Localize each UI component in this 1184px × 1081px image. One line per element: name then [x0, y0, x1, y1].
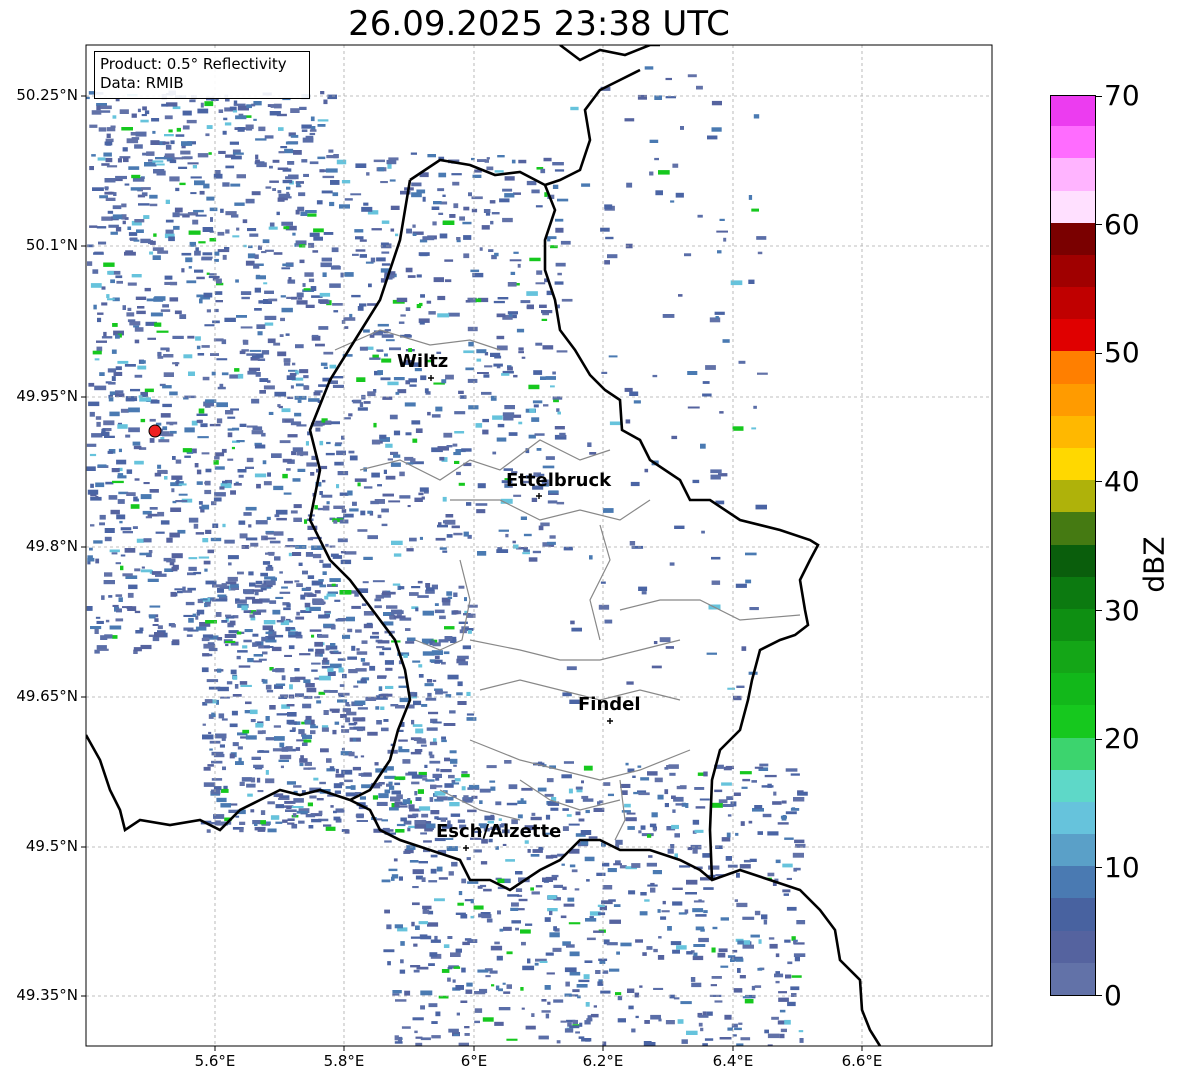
colorbar-bin — [1051, 254, 1095, 288]
colorbar-tick-label: 10 — [1104, 851, 1140, 884]
colorbar-bin — [1051, 318, 1095, 352]
colorbar-bin — [1051, 865, 1095, 899]
colorbar-bin — [1051, 897, 1095, 931]
lat-label: 49.35°N — [16, 986, 78, 1004]
product-text: Product: 0.5° Reflectivity — [100, 55, 287, 73]
colorbar-bin — [1051, 189, 1095, 223]
colorbar-bin — [1051, 383, 1095, 416]
colorbar-bin — [1051, 769, 1095, 802]
colorbar-bin — [1051, 576, 1095, 609]
colorbar-bin — [1051, 350, 1095, 384]
colorbar-bin — [1051, 704, 1095, 738]
lon-label: 5.6°E — [194, 1052, 236, 1070]
city-label-ettelbruck: Ettelbruck — [506, 470, 612, 491]
city-label-wiltz: Wiltz — [397, 351, 449, 372]
lat-label: 50.1°N — [25, 236, 78, 254]
colorbar-bin — [1051, 543, 1095, 577]
colorbar-tick-label: 70 — [1104, 79, 1140, 112]
colorbar-tick-label: 30 — [1104, 594, 1140, 627]
colorbar-bin — [1051, 930, 1095, 963]
colorbar-tick-label: 50 — [1104, 336, 1140, 369]
radar-site-marker — [148, 424, 162, 438]
colorbar — [1050, 95, 1096, 996]
colorbar-tick-label: 60 — [1104, 208, 1140, 241]
colorbar-bin — [1051, 447, 1095, 481]
lon-label: 5.8°E — [323, 1052, 365, 1070]
map-background — [86, 45, 992, 1046]
colorbar-bin — [1051, 608, 1095, 642]
lat-ticks — [81, 95, 86, 997]
lat-label: 49.8°N — [25, 537, 78, 555]
lat-label: 49.95°N — [16, 387, 78, 405]
colorbar-bin — [1051, 415, 1095, 448]
colorbar-bin — [1051, 511, 1095, 545]
colorbar-bin — [1051, 801, 1095, 835]
lon-label: 6°E — [460, 1052, 488, 1070]
city-label-findel: Findel — [578, 694, 641, 715]
colorbar-bin — [1051, 962, 1095, 995]
colorbar-bin — [1051, 736, 1095, 770]
city-label-esch: Esch/Alzette — [436, 821, 562, 842]
colorbar-tick-label: 20 — [1104, 722, 1140, 755]
lat-label: 50.25°N — [16, 86, 78, 104]
radar-map — [81, 44, 993, 1051]
colorbar-bin — [1051, 157, 1095, 191]
data-source-text: Data: RMIB — [100, 74, 184, 92]
colorbar-tick-label: 0 — [1104, 979, 1122, 1012]
colorbar-bin — [1051, 286, 1095, 320]
colorbar-bin — [1051, 222, 1095, 255]
colorbar-bin — [1051, 96, 1095, 127]
lon-ticks — [214, 1046, 863, 1051]
info-box: Product: 0.5° Reflectivity Data: RMIB — [94, 51, 310, 99]
colorbar-bin — [1051, 640, 1095, 674]
colorbar-bin — [1051, 125, 1095, 159]
colorbar-label: dBZ — [1137, 536, 1171, 593]
colorbar-bin — [1051, 479, 1095, 513]
lon-label: 6.2°E — [582, 1052, 624, 1070]
colorbar-bin — [1051, 672, 1095, 706]
lon-label: 6.4°E — [712, 1052, 754, 1070]
lon-label: 6.6°E — [841, 1052, 883, 1070]
colorbar-tick-label: 40 — [1104, 465, 1140, 498]
lat-label: 49.5°N — [25, 837, 78, 855]
lat-label: 49.65°N — [16, 687, 78, 705]
colorbar-bin — [1051, 833, 1095, 867]
